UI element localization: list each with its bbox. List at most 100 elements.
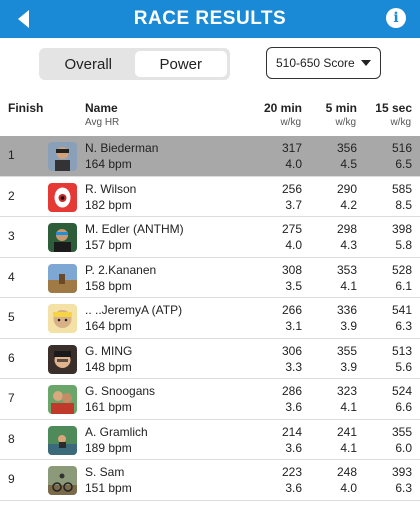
column-20min-unit: w/kg bbox=[280, 117, 301, 128]
avg-heart-rate: 182 bpm bbox=[85, 197, 132, 212]
wkg-20min: 3.3 bbox=[285, 359, 302, 374]
tab-power[interactable]: Power bbox=[134, 51, 227, 77]
wkg-20min: 4.0 bbox=[285, 157, 302, 171]
finish-position: 6 bbox=[8, 350, 15, 365]
wkg-15sec: 6.3 bbox=[395, 481, 412, 495]
power-15sec: 541 bbox=[391, 303, 412, 317]
wkg-20min: 3.6 bbox=[285, 481, 302, 495]
avatar bbox=[48, 304, 77, 333]
rider-name: G. Snoogans bbox=[85, 384, 156, 398]
power-20min: 317 bbox=[281, 141, 302, 155]
wkg-15sec: 6.5 bbox=[395, 157, 412, 171]
result-row[interactable]: 2 R. Wilson 182 bpm 256 3.7 290 4.2 585 8.5 bbox=[0, 176, 420, 217]
column-name[interactable]: Name bbox=[85, 101, 118, 115]
power-5min: 248 bbox=[336, 465, 357, 479]
power-20min: 306 bbox=[281, 343, 302, 358]
power-15sec: 585 bbox=[391, 181, 412, 196]
avg-heart-rate: 189 bpm bbox=[85, 440, 132, 455]
avg-heart-rate: 164 bpm bbox=[85, 157, 132, 171]
rider-name: .. ..JeremyA (ATP) bbox=[85, 303, 183, 317]
wkg-15sec: 6.1 bbox=[395, 278, 412, 293]
avatar bbox=[48, 263, 77, 293]
wkg-20min: 3.1 bbox=[285, 319, 302, 333]
wkg-15sec: 5.6 bbox=[395, 359, 412, 374]
result-row[interactable]: 4 P. 2.Kananen 158 bpm 308 3.5 353 4.1 528 6.1 bbox=[0, 257, 420, 298]
power-20min: 214 bbox=[281, 424, 302, 439]
result-row[interactable]: 8 A. Gramlich 189 bpm 214 3.6 241 4.1 355 6.0 bbox=[0, 419, 420, 460]
result-row[interactable]: 3 M. Edler (ANTHM) 157 bpm 275 4.0 298 4.3 398 5… bbox=[0, 217, 420, 258]
avatar bbox=[48, 142, 77, 171]
power-20min: 275 bbox=[281, 222, 302, 236]
power-15sec: 393 bbox=[391, 465, 412, 479]
power-5min: 336 bbox=[336, 303, 357, 317]
wkg-5min: 4.1 bbox=[340, 440, 357, 455]
column-15sec[interactable]: 15 sec bbox=[375, 101, 412, 115]
wkg-5min: 3.9 bbox=[340, 319, 357, 333]
finish-position: 3 bbox=[8, 229, 15, 243]
avatar bbox=[48, 344, 77, 374]
power-15sec: 524 bbox=[391, 384, 412, 398]
avatar bbox=[48, 425, 77, 455]
result-row[interactable]: 6 G. MING 148 bpm 306 3.3 355 3.9 513 5.6 bbox=[0, 338, 420, 379]
wkg-20min: 3.6 bbox=[285, 440, 302, 455]
rider-name: A. Gramlich bbox=[85, 424, 148, 439]
avatar bbox=[48, 182, 77, 212]
power-5min: 241 bbox=[336, 424, 357, 439]
avg-heart-rate: 151 bpm bbox=[85, 481, 132, 495]
power-5min: 290 bbox=[336, 181, 357, 196]
power-20min: 223 bbox=[281, 465, 302, 479]
finish-position: 5 bbox=[8, 310, 15, 324]
column-avg-hr: Avg HR bbox=[85, 117, 120, 128]
column-5min[interactable]: 5 min bbox=[326, 101, 357, 115]
score-filter-dropdown[interactable]: 510-650 Score bbox=[266, 47, 381, 79]
power-15sec: 528 bbox=[391, 262, 412, 277]
finish-position: 7 bbox=[8, 391, 15, 405]
wkg-20min: 3.5 bbox=[285, 278, 302, 293]
finish-position: 4 bbox=[8, 269, 15, 284]
results-list: 1 N. Biederman 164 bpm 317 4.0 356 4.5 516 6.5 2 R… bbox=[0, 136, 420, 501]
wkg-5min: 4.3 bbox=[340, 238, 357, 252]
tab-overall[interactable]: Overall bbox=[42, 51, 135, 77]
power-20min: 308 bbox=[281, 262, 302, 277]
score-filter-value: 510-650 Score bbox=[276, 56, 355, 70]
app-header: RACE RESULTS i bbox=[0, 0, 420, 38]
power-5min: 298 bbox=[336, 222, 357, 236]
wkg-15sec: 6.3 bbox=[395, 319, 412, 333]
power-15sec: 513 bbox=[391, 343, 412, 358]
avatar bbox=[48, 385, 77, 414]
wkg-15sec: 5.8 bbox=[395, 238, 412, 252]
finish-position: 2 bbox=[8, 188, 15, 203]
power-5min: 356 bbox=[336, 141, 357, 155]
column-finish[interactable]: Finish bbox=[8, 101, 43, 115]
rider-name: P. 2.Kananen bbox=[85, 262, 157, 277]
avg-heart-rate: 148 bpm bbox=[85, 359, 132, 374]
power-15sec: 355 bbox=[391, 424, 412, 439]
power-15sec: 516 bbox=[391, 141, 412, 155]
results-table-header: Finish Name Avg HR 20 min w/kg 5 min w/k… bbox=[0, 90, 420, 136]
wkg-20min: 3.7 bbox=[285, 197, 302, 212]
rider-name: S. Sam bbox=[85, 465, 125, 479]
result-row[interactable]: 1 N. Biederman 164 bpm 317 4.0 356 4.5 516 6.5 bbox=[0, 136, 420, 177]
column-15sec-unit: w/kg bbox=[390, 117, 411, 128]
wkg-5min: 3.9 bbox=[340, 359, 357, 374]
chevron-down-icon bbox=[361, 60, 371, 66]
result-row[interactable]: 5 .. ..JeremyA (ATP) 164 bpm 266 3.1 336 3.9 54… bbox=[0, 298, 420, 339]
info-icon[interactable]: i bbox=[386, 8, 406, 28]
power-20min: 286 bbox=[281, 384, 302, 398]
wkg-15sec: 8.5 bbox=[395, 197, 412, 212]
result-row[interactable]: 9 S. Sam 151 bpm 223 3.6 248 4.0 393 6.3 bbox=[0, 460, 420, 501]
column-5min-unit: w/kg bbox=[335, 117, 356, 128]
rider-name: R. Wilson bbox=[85, 181, 137, 196]
back-arrow-icon[interactable] bbox=[16, 9, 32, 29]
page-title: RACE RESULTS bbox=[133, 8, 287, 29]
column-20min[interactable]: 20 min bbox=[264, 101, 302, 115]
wkg-5min: 4.2 bbox=[340, 197, 357, 212]
result-row[interactable]: 7 G. Snoogans 161 bpm 286 3.6 323 4.1 524 6.6 bbox=[0, 379, 420, 420]
wkg-5min: 4.1 bbox=[340, 278, 357, 293]
rider-name: M. Edler (ANTHM) bbox=[85, 222, 184, 236]
finish-position: 8 bbox=[8, 431, 15, 446]
wkg-5min: 4.5 bbox=[340, 157, 357, 171]
finish-position: 1 bbox=[8, 148, 15, 162]
power-15sec: 398 bbox=[391, 222, 412, 236]
wkg-5min: 4.0 bbox=[340, 481, 357, 495]
